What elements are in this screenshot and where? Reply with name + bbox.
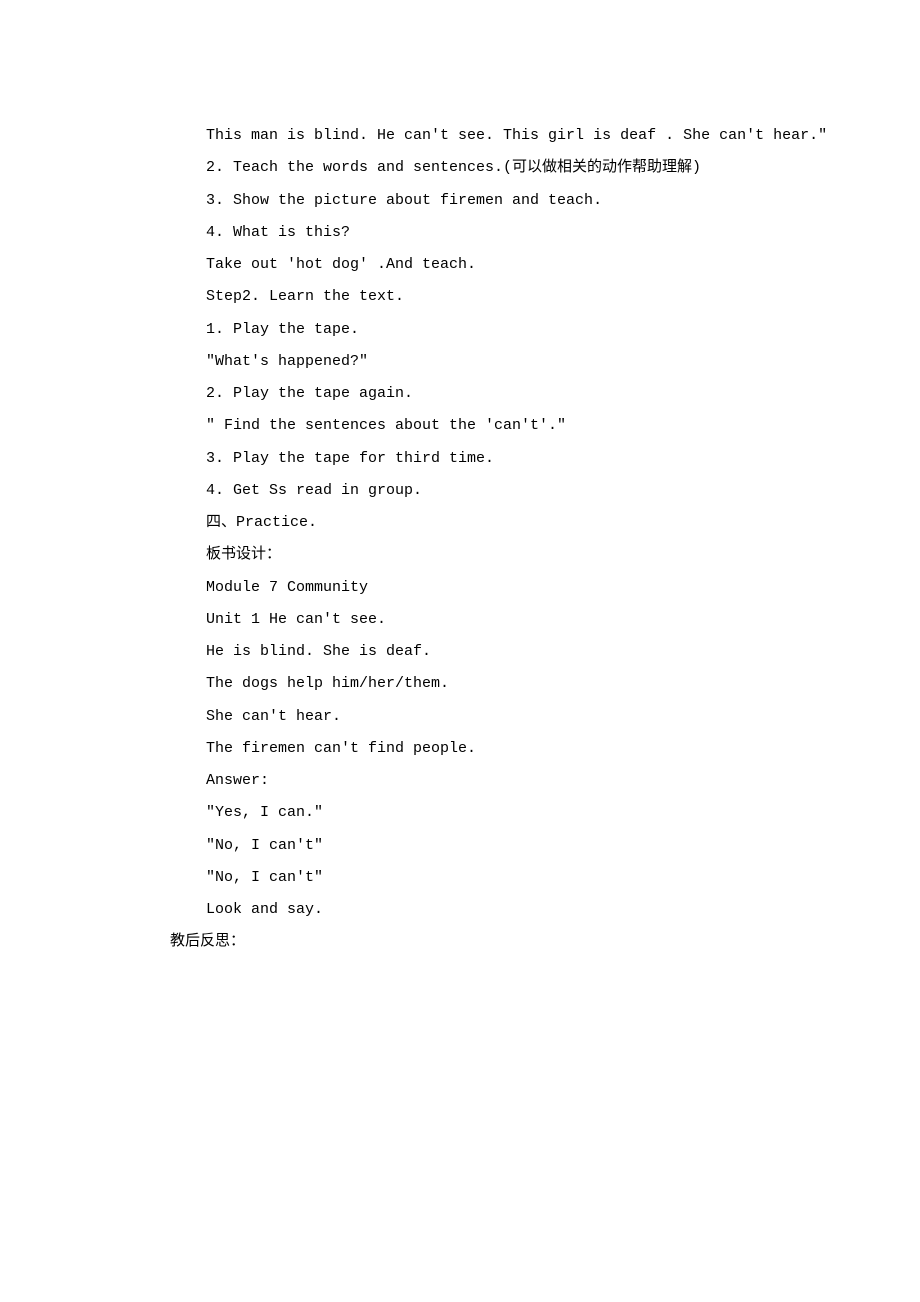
text-line: "What's happened?" xyxy=(206,346,740,378)
text-line: Take out 'hot dog' .And teach. xyxy=(206,249,740,281)
text-line: The firemen can't find people. xyxy=(206,733,740,765)
text-line: Unit 1 He can't see. xyxy=(206,604,740,636)
text-line: 四、Practice. xyxy=(206,507,740,539)
text-line: 4. What is this? xyxy=(206,217,740,249)
text-line: She can't hear. xyxy=(206,701,740,733)
text-line: 2. Play the tape again. xyxy=(206,378,740,410)
text-line: "Yes, I can." xyxy=(206,797,740,829)
text-line: " Find the sentences about the 'can't'." xyxy=(206,410,740,442)
text-line: He is blind. She is deaf. xyxy=(206,636,740,668)
document-page: This man is blind. He can't see. This gi… xyxy=(0,0,920,959)
text-line: "No, I can't" xyxy=(206,862,740,894)
text-line: 3. Show the picture about firemen and te… xyxy=(206,185,740,217)
text-line: 4. Get Ss read in group. xyxy=(206,475,740,507)
text-line: The dogs help him/her/them. xyxy=(206,668,740,700)
text-line: 1. Play the tape. xyxy=(206,314,740,346)
text-line: Module 7 Community xyxy=(206,572,740,604)
text-line: "No, I can't" xyxy=(206,830,740,862)
text-line: 3. Play the tape for third time. xyxy=(206,443,740,475)
text-line: This man is blind. He can't see. This gi… xyxy=(206,120,740,152)
text-line: 板书设计： xyxy=(206,539,740,571)
text-line: Look and say. xyxy=(206,894,740,926)
text-line: 2. Teach the words and sentences.(可以做相关的… xyxy=(206,152,740,184)
text-line: Answer: xyxy=(206,765,740,797)
text-line: Step2. Learn the text. xyxy=(206,281,740,313)
text-line-section: 教后反思： xyxy=(170,926,740,958)
